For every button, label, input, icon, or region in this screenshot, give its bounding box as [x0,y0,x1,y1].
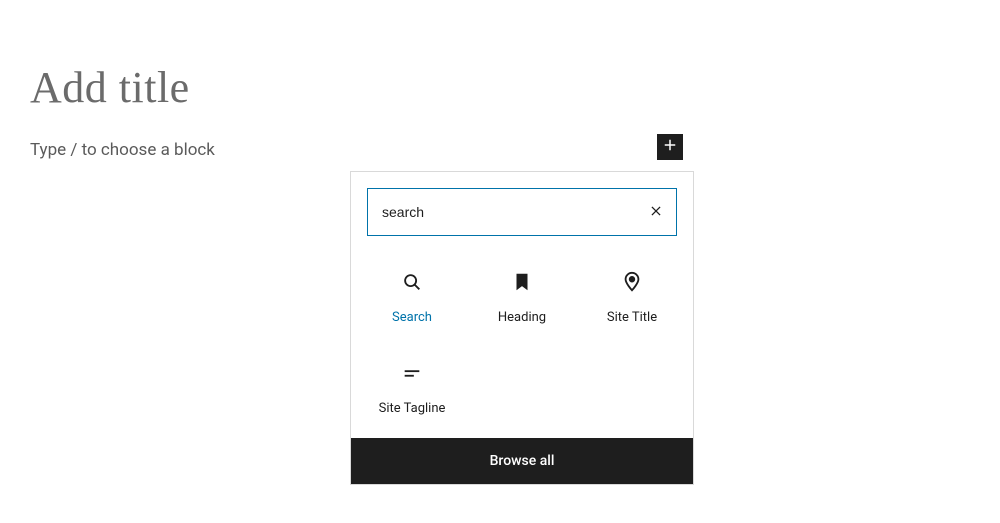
search-box [367,188,677,236]
block-label: Search [392,310,432,325]
block-item-search[interactable]: Search [357,264,467,329]
plus-icon [661,136,679,158]
lines-icon [401,359,423,387]
block-item-site-tagline[interactable]: Site Tagline [357,355,467,420]
block-results-grid: Search Heading Site Title [351,248,693,438]
post-title-input[interactable]: Add title [30,62,190,113]
map-pin-icon [621,268,643,296]
close-icon [649,203,663,222]
bookmark-icon [511,268,533,296]
add-block-button[interactable] [657,134,683,160]
block-inserter-popover: Search Heading Site Title [350,171,694,485]
search-icon [401,268,423,296]
block-item-site-title[interactable]: Site Title [577,264,687,329]
block-search-input[interactable] [368,204,636,220]
block-label: Site Title [607,310,657,325]
block-item-heading[interactable]: Heading [467,264,577,329]
browse-all-button[interactable]: Browse all [351,438,693,484]
block-label: Site Tagline [379,401,446,416]
clear-search-button[interactable] [636,189,676,235]
block-label: Heading [498,310,546,325]
content-placeholder[interactable]: Type / to choose a block [30,140,215,160]
